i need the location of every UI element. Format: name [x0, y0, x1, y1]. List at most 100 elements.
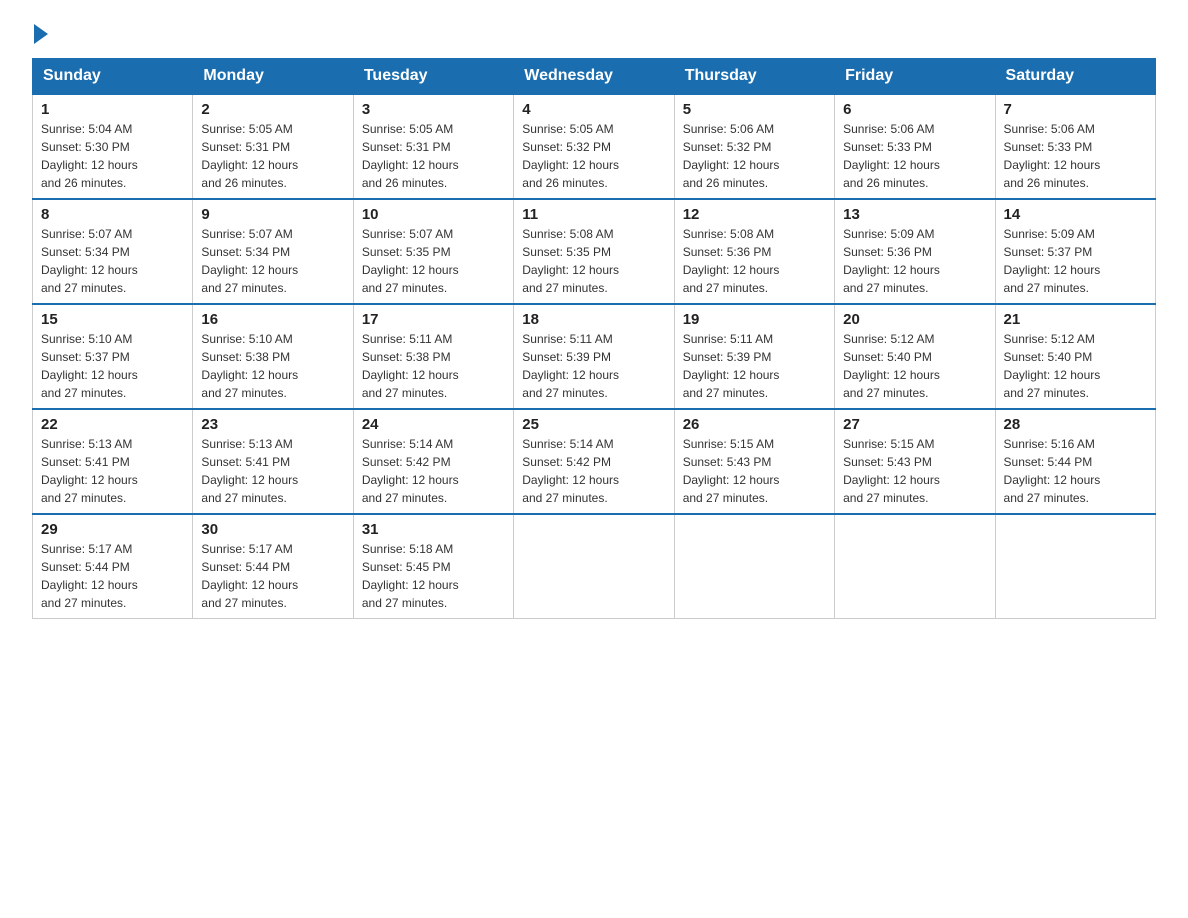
table-row: 8 Sunrise: 5:07 AMSunset: 5:34 PMDayligh…	[33, 199, 193, 304]
day-info: Sunrise: 5:07 AMSunset: 5:34 PMDaylight:…	[41, 227, 138, 295]
day-info: Sunrise: 5:15 AMSunset: 5:43 PMDaylight:…	[683, 437, 780, 505]
calendar-body: 1 Sunrise: 5:04 AMSunset: 5:30 PMDayligh…	[33, 94, 1156, 619]
day-header-thursday: Thursday	[674, 59, 834, 95]
day-number: 19	[683, 311, 826, 328]
table-row: 4 Sunrise: 5:05 AMSunset: 5:32 PMDayligh…	[514, 94, 674, 199]
day-number: 24	[362, 416, 505, 433]
day-number: 30	[201, 521, 344, 538]
table-row: 6 Sunrise: 5:06 AMSunset: 5:33 PMDayligh…	[835, 94, 995, 199]
calendar-week-5: 29 Sunrise: 5:17 AMSunset: 5:44 PMDaylig…	[33, 514, 1156, 619]
table-row: 1 Sunrise: 5:04 AMSunset: 5:30 PMDayligh…	[33, 94, 193, 199]
table-row: 19 Sunrise: 5:11 AMSunset: 5:39 PMDaylig…	[674, 304, 834, 409]
table-row: 30 Sunrise: 5:17 AMSunset: 5:44 PMDaylig…	[193, 514, 353, 619]
day-info: Sunrise: 5:08 AMSunset: 5:35 PMDaylight:…	[522, 227, 619, 295]
calendar-week-2: 8 Sunrise: 5:07 AMSunset: 5:34 PMDayligh…	[33, 199, 1156, 304]
day-info: Sunrise: 5:12 AMSunset: 5:40 PMDaylight:…	[843, 332, 940, 400]
day-number: 23	[201, 416, 344, 433]
day-number: 5	[683, 101, 826, 118]
day-number: 8	[41, 206, 184, 223]
day-number: 7	[1004, 101, 1147, 118]
day-info: Sunrise: 5:17 AMSunset: 5:44 PMDaylight:…	[201, 542, 298, 610]
day-info: Sunrise: 5:05 AMSunset: 5:31 PMDaylight:…	[362, 122, 459, 190]
day-info: Sunrise: 5:06 AMSunset: 5:32 PMDaylight:…	[683, 122, 780, 190]
calendar-header: SundayMondayTuesdayWednesdayThursdayFrid…	[33, 59, 1156, 95]
day-info: Sunrise: 5:13 AMSunset: 5:41 PMDaylight:…	[201, 437, 298, 505]
day-info: Sunrise: 5:05 AMSunset: 5:31 PMDaylight:…	[201, 122, 298, 190]
table-row: 17 Sunrise: 5:11 AMSunset: 5:38 PMDaylig…	[353, 304, 513, 409]
table-row: 3 Sunrise: 5:05 AMSunset: 5:31 PMDayligh…	[353, 94, 513, 199]
page-header	[32, 24, 1156, 42]
table-row	[514, 514, 674, 619]
day-number: 11	[522, 206, 665, 223]
day-number: 13	[843, 206, 986, 223]
day-info: Sunrise: 5:07 AMSunset: 5:34 PMDaylight:…	[201, 227, 298, 295]
day-number: 2	[201, 101, 344, 118]
day-header-monday: Monday	[193, 59, 353, 95]
calendar-week-4: 22 Sunrise: 5:13 AMSunset: 5:41 PMDaylig…	[33, 409, 1156, 514]
day-info: Sunrise: 5:11 AMSunset: 5:39 PMDaylight:…	[683, 332, 780, 400]
day-number: 15	[41, 311, 184, 328]
day-info: Sunrise: 5:15 AMSunset: 5:43 PMDaylight:…	[843, 437, 940, 505]
day-info: Sunrise: 5:17 AMSunset: 5:44 PMDaylight:…	[41, 542, 138, 610]
day-header-friday: Friday	[835, 59, 995, 95]
day-number: 29	[41, 521, 184, 538]
day-number: 31	[362, 521, 505, 538]
days-of-week-row: SundayMondayTuesdayWednesdayThursdayFrid…	[33, 59, 1156, 95]
day-info: Sunrise: 5:04 AMSunset: 5:30 PMDaylight:…	[41, 122, 138, 190]
day-info: Sunrise: 5:14 AMSunset: 5:42 PMDaylight:…	[522, 437, 619, 505]
table-row: 13 Sunrise: 5:09 AMSunset: 5:36 PMDaylig…	[835, 199, 995, 304]
logo-arrow-icon	[34, 24, 48, 44]
table-row: 9 Sunrise: 5:07 AMSunset: 5:34 PMDayligh…	[193, 199, 353, 304]
calendar-week-1: 1 Sunrise: 5:04 AMSunset: 5:30 PMDayligh…	[33, 94, 1156, 199]
day-info: Sunrise: 5:09 AMSunset: 5:36 PMDaylight:…	[843, 227, 940, 295]
day-number: 12	[683, 206, 826, 223]
day-number: 6	[843, 101, 986, 118]
table-row: 27 Sunrise: 5:15 AMSunset: 5:43 PMDaylig…	[835, 409, 995, 514]
day-info: Sunrise: 5:05 AMSunset: 5:32 PMDaylight:…	[522, 122, 619, 190]
day-info: Sunrise: 5:06 AMSunset: 5:33 PMDaylight:…	[1004, 122, 1101, 190]
logo	[32, 24, 48, 42]
table-row: 21 Sunrise: 5:12 AMSunset: 5:40 PMDaylig…	[995, 304, 1155, 409]
table-row: 20 Sunrise: 5:12 AMSunset: 5:40 PMDaylig…	[835, 304, 995, 409]
table-row: 10 Sunrise: 5:07 AMSunset: 5:35 PMDaylig…	[353, 199, 513, 304]
day-header-saturday: Saturday	[995, 59, 1155, 95]
day-number: 4	[522, 101, 665, 118]
day-info: Sunrise: 5:11 AMSunset: 5:38 PMDaylight:…	[362, 332, 459, 400]
day-number: 17	[362, 311, 505, 328]
day-number: 21	[1004, 311, 1147, 328]
day-info: Sunrise: 5:13 AMSunset: 5:41 PMDaylight:…	[41, 437, 138, 505]
day-info: Sunrise: 5:10 AMSunset: 5:38 PMDaylight:…	[201, 332, 298, 400]
table-row: 18 Sunrise: 5:11 AMSunset: 5:39 PMDaylig…	[514, 304, 674, 409]
table-row: 5 Sunrise: 5:06 AMSunset: 5:32 PMDayligh…	[674, 94, 834, 199]
calendar-table: SundayMondayTuesdayWednesdayThursdayFrid…	[32, 58, 1156, 619]
day-header-wednesday: Wednesday	[514, 59, 674, 95]
day-info: Sunrise: 5:10 AMSunset: 5:37 PMDaylight:…	[41, 332, 138, 400]
day-header-sunday: Sunday	[33, 59, 193, 95]
day-info: Sunrise: 5:18 AMSunset: 5:45 PMDaylight:…	[362, 542, 459, 610]
day-number: 25	[522, 416, 665, 433]
day-info: Sunrise: 5:08 AMSunset: 5:36 PMDaylight:…	[683, 227, 780, 295]
day-number: 20	[843, 311, 986, 328]
day-number: 10	[362, 206, 505, 223]
day-number: 16	[201, 311, 344, 328]
table-row	[995, 514, 1155, 619]
day-info: Sunrise: 5:09 AMSunset: 5:37 PMDaylight:…	[1004, 227, 1101, 295]
day-info: Sunrise: 5:11 AMSunset: 5:39 PMDaylight:…	[522, 332, 619, 400]
table-row	[835, 514, 995, 619]
day-number: 26	[683, 416, 826, 433]
table-row: 11 Sunrise: 5:08 AMSunset: 5:35 PMDaylig…	[514, 199, 674, 304]
day-number: 9	[201, 206, 344, 223]
day-number: 3	[362, 101, 505, 118]
day-info: Sunrise: 5:12 AMSunset: 5:40 PMDaylight:…	[1004, 332, 1101, 400]
day-number: 14	[1004, 206, 1147, 223]
table-row: 22 Sunrise: 5:13 AMSunset: 5:41 PMDaylig…	[33, 409, 193, 514]
table-row: 29 Sunrise: 5:17 AMSunset: 5:44 PMDaylig…	[33, 514, 193, 619]
table-row: 26 Sunrise: 5:15 AMSunset: 5:43 PMDaylig…	[674, 409, 834, 514]
day-number: 1	[41, 101, 184, 118]
table-row	[674, 514, 834, 619]
day-number: 28	[1004, 416, 1147, 433]
day-number: 18	[522, 311, 665, 328]
day-info: Sunrise: 5:06 AMSunset: 5:33 PMDaylight:…	[843, 122, 940, 190]
day-number: 27	[843, 416, 986, 433]
table-row: 24 Sunrise: 5:14 AMSunset: 5:42 PMDaylig…	[353, 409, 513, 514]
